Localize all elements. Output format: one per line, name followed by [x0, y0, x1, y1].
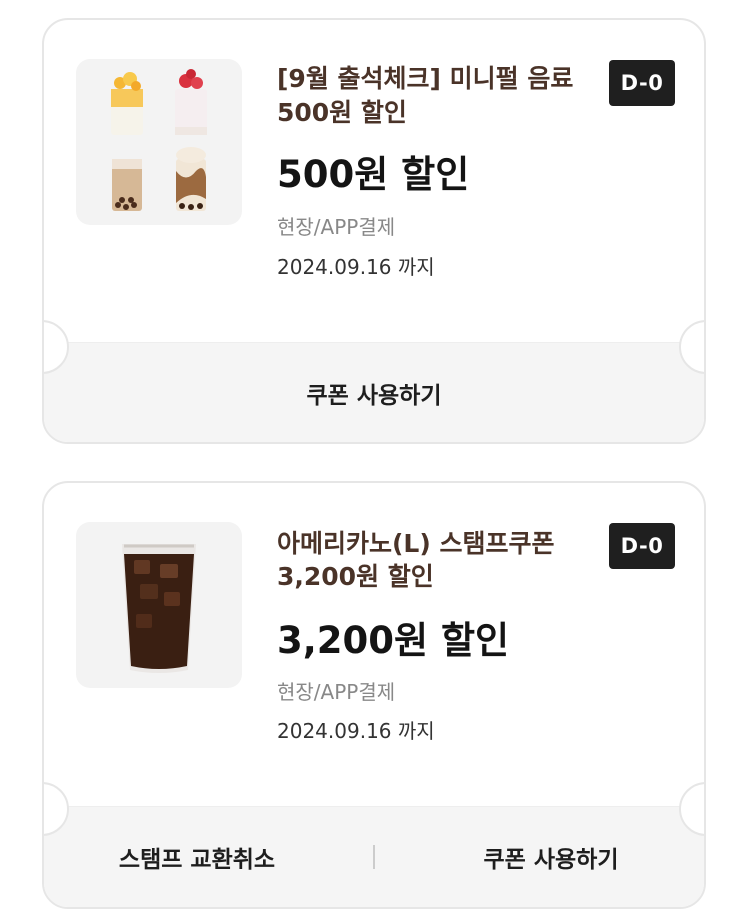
coupon-footer: 스탬프 교환취소 쿠폰 사용하기: [44, 806, 704, 907]
coupon-card: 아메리카노(L) 스탬프쿠폰 3,200원 할인 3,200원 할인 현장/AP…: [42, 481, 706, 909]
coupon-body: [9월 출석체크] 미니펄 음료 500원 할인 500원 할인 현장/APP결…: [44, 20, 704, 347]
coupon-discount: 3,200원 할인: [277, 619, 510, 662]
mini-pearl-drinks-illustration: [111, 69, 207, 211]
use-coupon-button[interactable]: 쿠폰 사용하기: [307, 376, 442, 410]
mini-pearl-drinks-image: [76, 59, 242, 225]
footer-divider: [373, 845, 375, 869]
americano-image: [76, 522, 242, 688]
coupon-title: 아메리카노(L) 스탬프쿠폰 3,200원 할인: [277, 529, 555, 591]
coupon-title: [9월 출석체크] 미니펄 음료 500원 할인: [277, 64, 574, 127]
coupon-payment-method: 현장/APP결제: [277, 680, 396, 704]
coupon-expiry: 2024.09.16 까지: [277, 255, 435, 279]
dday-badge: D-0: [609, 523, 675, 569]
iced-americano-illustration: [122, 544, 196, 673]
coupon-expiry: 2024.09.16 까지: [277, 719, 435, 743]
coupon-body: 아메리카노(L) 스탬프쿠폰 3,200원 할인 3,200원 할인 현장/AP…: [44, 483, 704, 809]
cancel-stamp-exchange-button[interactable]: 스탬프 교환취소: [67, 840, 327, 874]
dday-badge: D-0: [609, 60, 675, 106]
coupon-footer: 쿠폰 사용하기: [44, 342, 704, 442]
use-coupon-button[interactable]: 쿠폰 사용하기: [421, 840, 681, 874]
coupon-discount: 500원 할인: [277, 153, 470, 196]
coupon-payment-method: 현장/APP결제: [277, 215, 396, 239]
coupon-card: [9월 출석체크] 미니펄 음료 500원 할인 500원 할인 현장/APP결…: [42, 18, 706, 444]
